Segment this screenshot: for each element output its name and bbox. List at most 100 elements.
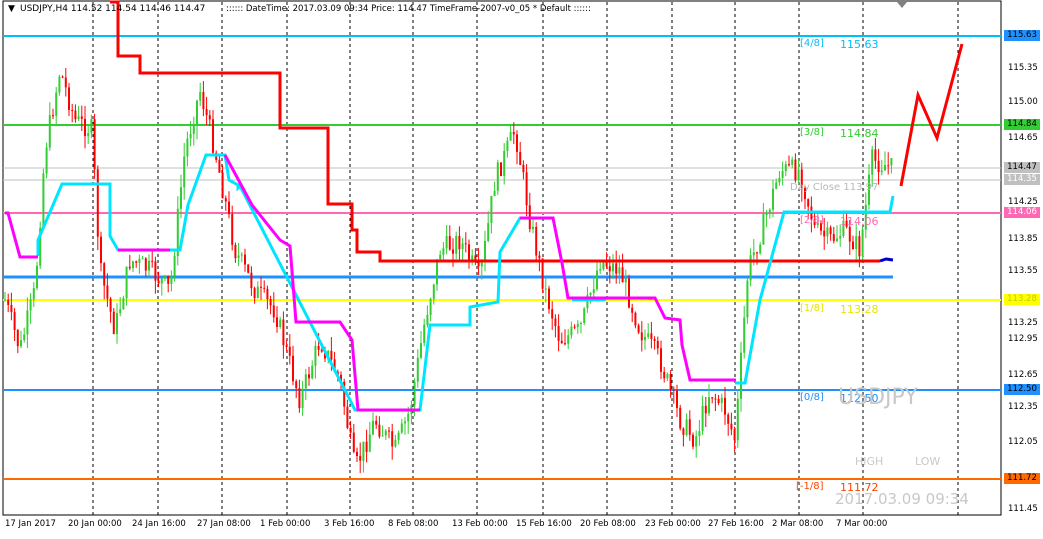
candle-body bbox=[861, 229, 864, 257]
candle-body bbox=[352, 432, 355, 452]
candle-body bbox=[471, 255, 474, 260]
candle-body bbox=[823, 230, 826, 237]
time-tick: 13 Feb 00:00 bbox=[452, 519, 508, 529]
candle-body bbox=[244, 254, 246, 265]
candle-body bbox=[58, 76, 61, 93]
candle-body bbox=[797, 169, 800, 181]
candle-body bbox=[679, 407, 682, 429]
candle-body bbox=[576, 323, 579, 328]
candle-body bbox=[205, 109, 208, 116]
time-tick: 27 Feb 16:00 bbox=[708, 519, 764, 529]
candle-body bbox=[138, 258, 141, 263]
price-label-bid: 114.47 bbox=[1004, 162, 1040, 173]
candle-body bbox=[724, 397, 726, 415]
candle-body bbox=[682, 428, 685, 435]
candle-body bbox=[61, 76, 64, 78]
candle-body bbox=[208, 115, 211, 120]
candle-body bbox=[442, 248, 445, 255]
candle-body bbox=[26, 310, 29, 335]
candle-body bbox=[516, 134, 518, 152]
level-tag: [1/8] bbox=[800, 303, 824, 314]
candle-body bbox=[157, 280, 160, 284]
candle-body bbox=[7, 299, 10, 305]
candle-body bbox=[580, 323, 582, 324]
projection-line bbox=[899, 43, 964, 187]
candle-body bbox=[653, 339, 656, 341]
candle-body bbox=[784, 164, 787, 171]
candle-body bbox=[634, 312, 637, 326]
candle-body bbox=[874, 149, 877, 161]
candle-body bbox=[711, 397, 714, 399]
candle-body bbox=[647, 333, 650, 337]
candle-body bbox=[765, 214, 768, 215]
time-tick: 1 Feb 00:00 bbox=[260, 519, 311, 529]
time-tick: 15 Feb 16:00 bbox=[516, 519, 572, 529]
candle-body bbox=[13, 312, 16, 331]
candle-body bbox=[884, 165, 886, 171]
candle-body bbox=[397, 432, 400, 440]
candle-body bbox=[167, 275, 170, 284]
candle-body bbox=[496, 162, 499, 191]
trail-red-line bbox=[110, 0, 880, 263]
candle-body bbox=[749, 255, 752, 281]
candle-body bbox=[480, 262, 483, 267]
candle-body bbox=[832, 234, 835, 241]
candle-body bbox=[77, 116, 80, 120]
candle-body bbox=[573, 326, 576, 328]
candle-body bbox=[128, 266, 131, 269]
candle-body bbox=[759, 244, 762, 254]
candle-body bbox=[656, 341, 659, 349]
chart-plot-area[interactable] bbox=[0, 0, 1043, 539]
candle-body bbox=[599, 269, 602, 271]
day-close-label: Day Close 113.97 bbox=[790, 182, 879, 193]
candle-body bbox=[320, 349, 323, 352]
candle-body bbox=[877, 160, 880, 173]
level-value: 115.63 bbox=[840, 38, 879, 51]
candle-body bbox=[672, 389, 675, 391]
chart-window[interactable]: ▼ USDJPY,H4 114.52 114.54 114.46 114.47 … bbox=[0, 0, 1043, 539]
collapse-icon[interactable]: ▼ bbox=[8, 4, 15, 14]
candle-body bbox=[314, 345, 317, 366]
price-tick: 114.65 bbox=[1008, 133, 1038, 143]
trail-magenta-line bbox=[5, 211, 38, 259]
candle-body bbox=[148, 260, 150, 271]
candle-body bbox=[212, 119, 214, 153]
candle-body bbox=[298, 388, 301, 408]
candle-body bbox=[618, 267, 621, 274]
candle-body bbox=[375, 420, 378, 425]
candle-body bbox=[589, 293, 592, 296]
candle-body bbox=[308, 374, 310, 379]
candle-body bbox=[253, 288, 256, 298]
candle-body bbox=[29, 299, 32, 311]
indicator-info: :::::: DateTime: 2017.03.09 09:34 Price:… bbox=[226, 4, 591, 14]
candle-body bbox=[461, 243, 464, 250]
candle-body bbox=[525, 172, 528, 206]
watermark-time: 2017.03.09 09:34 bbox=[835, 490, 969, 508]
candle-body bbox=[768, 209, 771, 214]
candle-body bbox=[317, 345, 320, 350]
time-tick: 7 Mar 00:00 bbox=[836, 519, 888, 529]
candle-body bbox=[544, 288, 547, 290]
candle-body bbox=[807, 199, 810, 207]
candle-body bbox=[688, 419, 691, 435]
price-tick: 113.85 bbox=[1008, 234, 1038, 244]
candle-body bbox=[660, 348, 662, 372]
time-tick: 8 Feb 08:00 bbox=[388, 519, 439, 529]
candle-body bbox=[36, 265, 38, 288]
candle-body bbox=[384, 430, 387, 436]
shift-marker-icon[interactable] bbox=[897, 2, 907, 8]
candle-body bbox=[650, 333, 653, 339]
level-tag: [2/8] bbox=[800, 215, 824, 226]
candle-body bbox=[612, 263, 614, 272]
candle-body bbox=[189, 133, 192, 139]
candle-body bbox=[346, 406, 349, 428]
candle-body bbox=[372, 420, 374, 435]
candle-body bbox=[48, 115, 51, 148]
candle-body bbox=[429, 298, 432, 315]
candle-body bbox=[426, 315, 429, 325]
candle-body bbox=[880, 170, 883, 173]
candle-body bbox=[378, 424, 381, 437]
candle-body bbox=[183, 156, 186, 188]
candle-body bbox=[160, 278, 163, 284]
candle-body bbox=[519, 151, 522, 165]
